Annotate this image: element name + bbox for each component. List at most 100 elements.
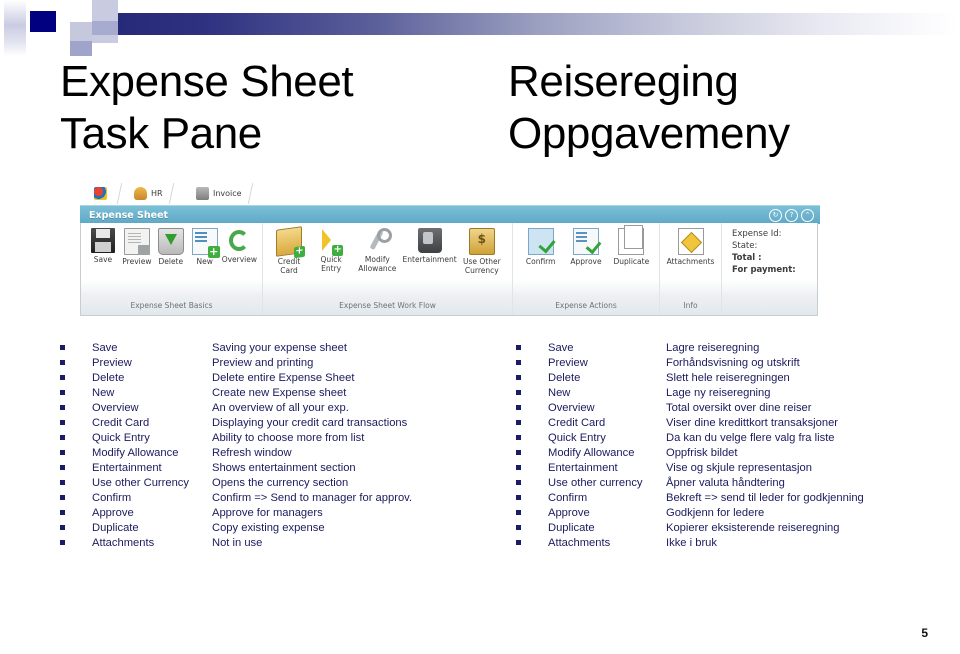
ribbon-button-preview[interactable]: Preview bbox=[120, 228, 154, 266]
ribbon-button-delete-label: Delete bbox=[158, 257, 184, 266]
overview-icon bbox=[227, 228, 251, 253]
list-item: Delete Delete entire Expense Sheet bbox=[60, 371, 500, 386]
decoration-square-lavender-top bbox=[92, 0, 118, 21]
ribbon-title-label: Expense Sheet bbox=[89, 209, 169, 221]
ribbon-tab-hr-label: HR bbox=[151, 189, 163, 198]
list-item-term: Confirm bbox=[92, 492, 132, 504]
list-item-description: Lage ny reiseregning bbox=[666, 387, 771, 399]
refresh-icon[interactable]: ↻ bbox=[769, 208, 782, 222]
ribbon-button-overview-label: Overview bbox=[221, 255, 257, 264]
collapse-icon[interactable]: ⌃ bbox=[801, 208, 814, 222]
bullet-icon bbox=[60, 525, 65, 530]
list-item-description: Bekreft => send til leder for godkjennin… bbox=[666, 492, 864, 504]
decoration-square-navy bbox=[30, 11, 56, 32]
ribbon-tab-invoice-label: Invoice bbox=[213, 189, 242, 198]
list-item: Preview Forhåndsvisning og utskrift bbox=[516, 356, 956, 371]
bullet-icon bbox=[60, 495, 65, 500]
list-item: Modify Allowance Oppfrisk bildet bbox=[516, 446, 956, 461]
bullet-icon bbox=[516, 480, 521, 485]
ribbon-button-modify-allowance[interactable]: Modify Allowance bbox=[352, 228, 402, 273]
ribbon-button-quick-entry[interactable]: Quick Entry bbox=[310, 228, 352, 273]
ribbon-tab-invoice[interactable]: Invoice bbox=[185, 183, 253, 204]
list-item-term: Quick Entry bbox=[92, 432, 150, 444]
ribbon-button-approve[interactable]: Approve bbox=[563, 228, 608, 266]
ribbon-button-use-other-currency-label: Use Other Currency bbox=[462, 257, 501, 275]
list-item-description: Oppfrisk bildet bbox=[666, 447, 738, 459]
list-item: Attachments Ikke i bruk bbox=[516, 536, 956, 551]
list-item-description: Not in use bbox=[212, 537, 263, 549]
info-total: Total : bbox=[732, 253, 762, 263]
bullet-icon bbox=[60, 345, 65, 350]
attachments-icon bbox=[677, 228, 704, 255]
ribbon-button-overview[interactable]: Overview bbox=[222, 228, 257, 264]
bullet-icon bbox=[516, 540, 521, 545]
list-item-description: Shows entertainment section bbox=[212, 462, 356, 474]
help-icon[interactable]: ? bbox=[785, 208, 798, 222]
bullet-icon bbox=[60, 450, 65, 455]
list-item-description: Ikke i bruk bbox=[666, 537, 717, 549]
list-item-term: Use other currency bbox=[548, 477, 643, 489]
list-item: New Lage ny reiseregning bbox=[516, 386, 956, 401]
list-item-description: Viser dine kredittkort transaksjoner bbox=[666, 417, 839, 429]
bullet-icon bbox=[516, 465, 521, 470]
ribbon-tab-home[interactable] bbox=[83, 183, 123, 204]
feature-list-english: Save Saving your expense sheet Preview Pre… bbox=[60, 341, 500, 551]
bullet-icon bbox=[60, 510, 65, 515]
list-item: Entertainment Shows entertainment section bbox=[60, 461, 500, 476]
list-item-description: Lagre reiseregning bbox=[666, 342, 760, 354]
quick-entry-icon bbox=[319, 228, 344, 256]
ribbon-button-new[interactable]: New bbox=[188, 228, 222, 266]
entertainment-icon bbox=[417, 228, 442, 253]
modify-allowance-icon bbox=[365, 228, 393, 253]
list-item: Save Lagre reiseregning bbox=[516, 341, 956, 356]
list-item-description: Preview and printing bbox=[212, 357, 314, 369]
bullet-icon bbox=[516, 450, 521, 455]
feature-list-norwegian: Save Lagre reiseregning Preview Forhåndsvi… bbox=[516, 341, 956, 551]
list-item-term: Quick Entry bbox=[548, 432, 606, 444]
list-item: Entertainment Vise og skjule representasj… bbox=[516, 461, 956, 476]
list-item: Duplicate Copy existing expense bbox=[60, 521, 500, 536]
list-item-description: Forhåndsvisning og utskrift bbox=[666, 357, 800, 369]
ribbon-button-confirm[interactable]: Confirm bbox=[518, 228, 563, 266]
ribbon-info-panel: Expense Id: State: Total : For payment: bbox=[722, 223, 817, 315]
bullet-icon bbox=[516, 510, 521, 515]
ribbon-button-delete[interactable]: Delete bbox=[154, 228, 188, 266]
preview-icon bbox=[123, 228, 150, 255]
list-item: Confirm Confirm => Send to manager for ap… bbox=[60, 491, 500, 506]
list-item: Credit Card Displaying your credit card t… bbox=[60, 416, 500, 431]
credit-card-icon bbox=[276, 226, 303, 257]
invoice-icon bbox=[196, 187, 209, 200]
ribbon-tab-hr[interactable]: HR bbox=[123, 183, 174, 204]
ribbon-group-label-basics: Expense Sheet Basics bbox=[130, 301, 213, 310]
ribbon-button-approve-label: Approve bbox=[570, 257, 602, 266]
list-item-term: Duplicate bbox=[92, 522, 139, 534]
ribbon-button-credit-card[interactable]: Credit Card bbox=[268, 226, 310, 275]
ribbon-group-label-work-flow: Expense Sheet Work Flow bbox=[339, 301, 436, 310]
bullet-icon bbox=[516, 375, 521, 380]
bullet-icon bbox=[516, 345, 521, 350]
list-item-term: Approve bbox=[548, 507, 590, 519]
list-item-description: Åpner valuta håndtering bbox=[666, 477, 785, 489]
list-item-description: Godkjenn for ledere bbox=[666, 507, 765, 519]
page-title-norwegian: Reisereging Oppgavemeny bbox=[508, 56, 958, 160]
ribbon-window-buttons: ↻ ? ⌃ bbox=[769, 208, 820, 222]
list-item-term: Preview bbox=[92, 357, 132, 369]
ribbon-button-use-other-currency[interactable]: Use Other Currency bbox=[457, 228, 507, 275]
ribbon-button-save-label: Save bbox=[93, 255, 113, 264]
list-item: Quick Entry Da kan du velge flere valg fr… bbox=[516, 431, 956, 446]
list-item-term: Delete bbox=[92, 372, 125, 384]
list-item-term: New bbox=[92, 387, 115, 399]
new-icon bbox=[191, 228, 220, 258]
ribbon-button-credit-card-label: Credit Card bbox=[277, 257, 301, 275]
list-item: Modify Allowance Refresh window bbox=[60, 446, 500, 461]
page-title-norwegian-line1: Reisereging bbox=[508, 57, 739, 106]
list-item-description: Approve for managers bbox=[212, 507, 323, 519]
list-item-description: Saving your expense sheet bbox=[212, 342, 347, 354]
ribbon-group-expense-actions: Confirm Approve Duplicate Expense Action… bbox=[513, 223, 660, 315]
list-item-term: Modify Allowance bbox=[92, 447, 179, 459]
ribbon-button-duplicate[interactable]: Duplicate bbox=[609, 225, 654, 266]
list-item-description: Delete entire Expense Sheet bbox=[212, 372, 355, 384]
ribbon-button-entertainment[interactable]: Entertainment bbox=[403, 228, 457, 264]
ribbon-button-save[interactable]: Save bbox=[86, 228, 120, 264]
ribbon-button-attachments[interactable]: Attachments bbox=[665, 228, 716, 266]
